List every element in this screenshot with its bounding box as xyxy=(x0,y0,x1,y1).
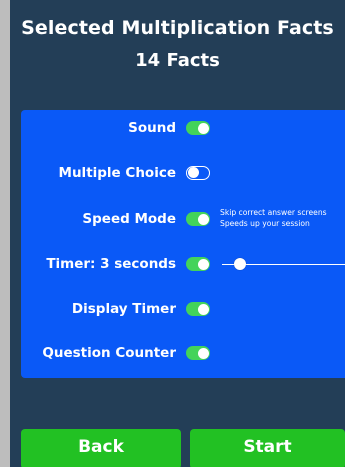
page-title: Selected Multiplication Facts xyxy=(21,17,334,39)
settings-panel: Sound Multiple Choice Speed Mode Skip co… xyxy=(21,110,345,378)
speed-mode-label: Speed Mode xyxy=(82,211,176,227)
multiple-choice-label: Multiple Choice xyxy=(58,165,176,181)
setting-row-timer: Timer: 3 seconds xyxy=(21,252,345,276)
toggle-knob xyxy=(197,258,209,270)
facts-count: 14 Facts xyxy=(135,50,220,71)
speed-mode-helper-line2: Speeds up your session xyxy=(220,219,310,228)
header: Selected Multiplication Facts 14 Facts xyxy=(10,14,345,74)
setting-row-speed-mode: Speed Mode Skip correct answer screens S… xyxy=(21,207,345,231)
display-timer-toggle[interactable] xyxy=(186,302,210,316)
question-counter-toggle[interactable] xyxy=(186,346,210,360)
toggle-knob xyxy=(197,347,209,359)
timer-label: Timer: 3 seconds xyxy=(46,256,176,272)
setting-row-multiple-choice: Multiple Choice xyxy=(21,161,345,185)
toggle-knob xyxy=(187,167,199,179)
setting-row-display-timer: Display Timer xyxy=(21,297,345,321)
speed-mode-helper: Skip correct answer screens Speeds up yo… xyxy=(220,207,345,229)
timer-slider[interactable] xyxy=(222,257,345,271)
setting-row-question-counter: Question Counter xyxy=(21,341,345,365)
display-timer-label: Display Timer xyxy=(71,301,176,317)
question-counter-label: Question Counter xyxy=(42,345,176,361)
toggle-knob xyxy=(197,213,209,225)
timer-toggle[interactable] xyxy=(186,257,210,271)
toggle-knob xyxy=(197,303,209,315)
toggle-knob xyxy=(197,122,209,134)
start-button[interactable]: Start xyxy=(190,429,345,467)
slider-thumb[interactable] xyxy=(234,258,246,270)
sound-label: Sound xyxy=(128,120,176,136)
sound-toggle[interactable] xyxy=(186,121,210,135)
multiple-choice-toggle[interactable] xyxy=(186,166,210,180)
setting-row-sound: Sound xyxy=(21,116,345,140)
app-screen: Selected Multiplication Facts 14 Facts S… xyxy=(10,0,345,467)
back-button[interactable]: Back xyxy=(21,429,181,467)
speed-mode-helper-line1: Skip correct answer screens xyxy=(220,208,327,217)
speed-mode-toggle[interactable] xyxy=(186,212,210,226)
